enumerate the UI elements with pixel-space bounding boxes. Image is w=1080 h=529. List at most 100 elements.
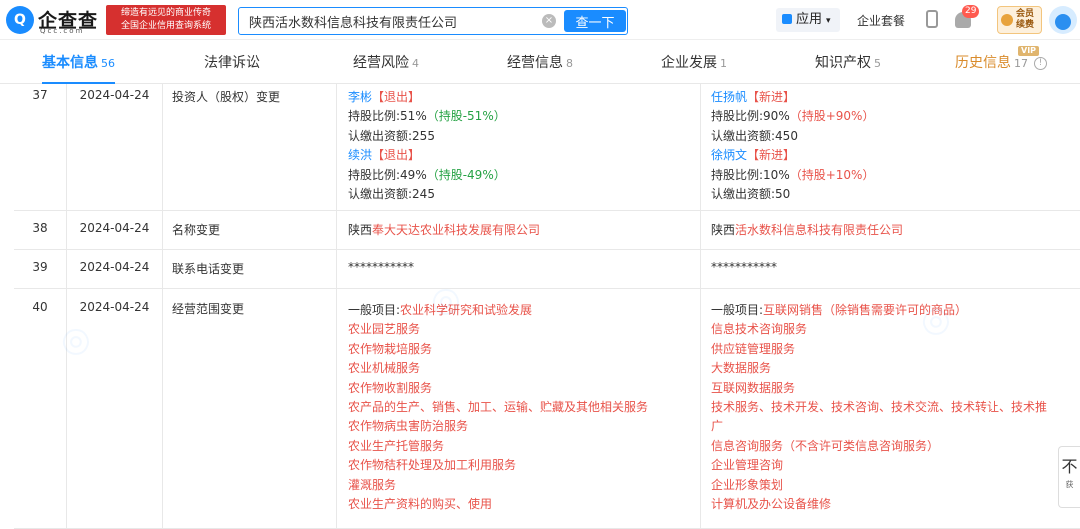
before-change: 一般项目:农业科学研究和试验发展 农业园艺服务 农作物栽培服务 农业机械服务 农…: [336, 289, 700, 528]
change-item: 经营范围变更: [162, 289, 336, 528]
notification-count-badge: 29: [962, 5, 980, 18]
row-number: 39: [32, 260, 48, 274]
apps-label: 应用: [796, 12, 823, 27]
scope-item: 技术服务、技术开发、技术咨询、技术交流、技术转让、技术推广: [711, 399, 1048, 434]
scope-item: 灌溉服务: [348, 477, 397, 492]
table-row: 37 2024-04-24 投资人（股权）变更 李彬【退出】 持股比例:51%（…: [14, 84, 1080, 211]
scope-item: 农业生产托管服务: [348, 438, 445, 453]
after-change: 陕西活水数科信息科技有限责任公司: [700, 211, 1080, 249]
investor-link[interactable]: 徐炳文: [711, 148, 747, 162]
change-date: 2024-04-24: [66, 211, 162, 249]
row-number: 37: [32, 88, 48, 102]
search-input[interactable]: [239, 8, 539, 34]
share-delta: （持股-51%）: [426, 109, 506, 124]
scope-item: 信息咨询服务（不含许可类信息咨询服务）: [711, 438, 940, 453]
scope-item: 大数据服务: [711, 361, 772, 376]
scope-item: 信息技术咨询服务: [711, 322, 808, 337]
tab-legal-litigation[interactable]: 法律诉讼: [204, 44, 260, 84]
user-avatar[interactable]: [1049, 6, 1077, 34]
scope-item: 企业形象策划: [711, 477, 784, 492]
top-bar: Q 企查查 Qcc.com 缔造有远见的商业传奇 全国企业信用查询系统 × 查一…: [0, 0, 1080, 40]
investor-link[interactable]: 任扬帆: [711, 90, 747, 104]
tab-enterprise-development[interactable]: 企业发展 1: [661, 44, 727, 84]
side-widget-sub: 获: [1065, 480, 1074, 489]
logo-url: Qcc.com: [40, 27, 85, 35]
share-delta: （持股+10%）: [789, 167, 875, 182]
search-box: × 查一下: [238, 7, 628, 35]
tab-basic-info[interactable]: 基本信息 56: [42, 44, 115, 84]
search-button[interactable]: 查一下: [564, 10, 626, 32]
chevron-down-icon: ▾: [826, 16, 831, 26]
table-row: 40 2024-04-24 经营范围变更 一般项目:农业科学研究和试验发展 农业…: [14, 289, 1080, 529]
scope-prefix: 一般项目:: [711, 303, 764, 317]
scope-item: 农作物秸秆处理及加工利用服务: [348, 458, 517, 473]
after-change: 一般项目:互联网销售（除销售需要许可的商品） 信息技术咨询服务 供应链管理服务 …: [700, 289, 1080, 528]
member-renew-button[interactable]: 会员 续费: [997, 6, 1042, 34]
scope-item: 农业机械服务: [348, 361, 421, 376]
logo-mark-icon: Q: [6, 6, 34, 34]
new-tag: 【新进】: [747, 148, 796, 163]
subscribed-capital: 认缴出资额:245: [348, 186, 435, 201]
scope-item: 计算机及办公设备维修: [711, 496, 832, 511]
table-row: 38 2024-04-24 名称变更 陕西奉大天达农业科技发展有限公司 陕西活水…: [14, 211, 1080, 250]
scope-item: 农业生产资料的购买、使用: [348, 496, 493, 511]
investor-link[interactable]: 续洪: [348, 148, 372, 162]
crown-icon: [1001, 14, 1013, 26]
tab-intellectual-property[interactable]: 知识产权 5: [815, 44, 881, 84]
tab-business-info[interactable]: 经营信息 8: [507, 44, 573, 84]
section-tabs: 基本信息 56 法律诉讼 经营风险 4 经营信息 8 企业发展 1 知识产权 5 历史信息…: [0, 44, 1080, 84]
qcc-logo[interactable]: Q 企查查 Qcc.com: [6, 6, 103, 36]
investor-link[interactable]: 李彬: [348, 90, 372, 104]
subscribed-capital: 认缴出资额:50: [711, 186, 791, 201]
apps-menu-button[interactable]: 应用 ▾: [776, 8, 840, 32]
change-item: 联系电话变更: [162, 250, 336, 288]
scope-item: 企业管理咨询: [711, 458, 784, 473]
exit-tag: 【退出】: [372, 148, 421, 163]
change-date: 2024-04-24: [66, 289, 162, 528]
scope-item: 互联网数据服务: [711, 380, 796, 395]
before-change: 李彬【退出】 持股比例:51%（持股-51%） 认缴出资额:255 续洪【退出】…: [336, 84, 700, 210]
info-icon[interactable]: !: [1034, 57, 1047, 70]
share-ratio: 持股比例:51%: [348, 109, 427, 124]
name-diff-highlight: 奉大天达农业科技发展有限公司: [372, 223, 541, 237]
name-prefix: 陕西: [348, 223, 373, 237]
scope-item: 互联网销售（除销售需要许可的商品）: [763, 303, 968, 317]
change-item: 投资人（股权）变更: [162, 84, 336, 210]
scope-item: 农作物收割服务: [348, 380, 433, 395]
name-prefix: 陕西: [711, 223, 736, 237]
side-float-widget[interactable]: 不 获: [1058, 446, 1080, 508]
row-number: 38: [32, 221, 48, 235]
share-ratio: 持股比例:90%: [711, 109, 790, 124]
clear-icon[interactable]: ×: [542, 14, 556, 28]
share-delta: （持股-49%）: [426, 167, 506, 182]
subscribed-capital: 认缴出资额:255: [348, 128, 435, 143]
mobile-phone-icon[interactable]: [926, 10, 938, 28]
change-date: 2024-04-24: [66, 84, 162, 210]
slogan-badge: 缔造有远见的商业传奇 全国企业信用查询系统: [106, 5, 226, 35]
scope-item: 供应链管理服务: [711, 341, 796, 356]
scope-item: 农业园艺服务: [348, 322, 421, 337]
subscribed-capital: 认缴出资额:450: [711, 128, 798, 143]
name-diff-highlight: 活水数科信息科技有限责任公司: [735, 223, 904, 237]
share-ratio: 持股比例:10%: [711, 167, 790, 182]
row-number: 40: [32, 300, 48, 314]
vip-badge: VIP: [1018, 46, 1040, 56]
scope-item: 农产品的生产、销售、加工、运输、贮藏及其他相关服务: [348, 399, 649, 414]
exit-tag: 【退出】: [372, 90, 421, 104]
change-date: 2024-04-24: [66, 250, 162, 288]
apps-grid-icon: [782, 14, 792, 24]
table-row: 39 2024-04-24 联系电话变更 *********** *******…: [14, 250, 1080, 289]
scope-item: 农作物病虫害防治服务: [348, 419, 469, 434]
member-label: 会员 续费: [1016, 9, 1035, 30]
enterprise-suite-link[interactable]: 企业套餐: [857, 12, 905, 29]
scope-item: 农业科学研究和试验发展: [400, 303, 533, 317]
before-change: 陕西奉大天达农业科技发展有限公司: [336, 211, 700, 249]
before-change: ***********: [336, 250, 700, 288]
after-change: ***********: [700, 250, 1080, 288]
slogan-line-2: 全国企业信用查询系统: [120, 21, 211, 31]
tab-business-risk[interactable]: 经营风险 4: [353, 44, 419, 84]
scope-item: 农作物栽培服务: [348, 341, 433, 356]
after-change: 任扬帆【新进】 持股比例:90%（持股+90%） 认缴出资额:450 徐炳文【新…: [700, 84, 1080, 210]
share-ratio: 持股比例:49%: [348, 167, 427, 182]
slogan-line-1: 缔造有远见的商业传奇: [120, 8, 211, 18]
